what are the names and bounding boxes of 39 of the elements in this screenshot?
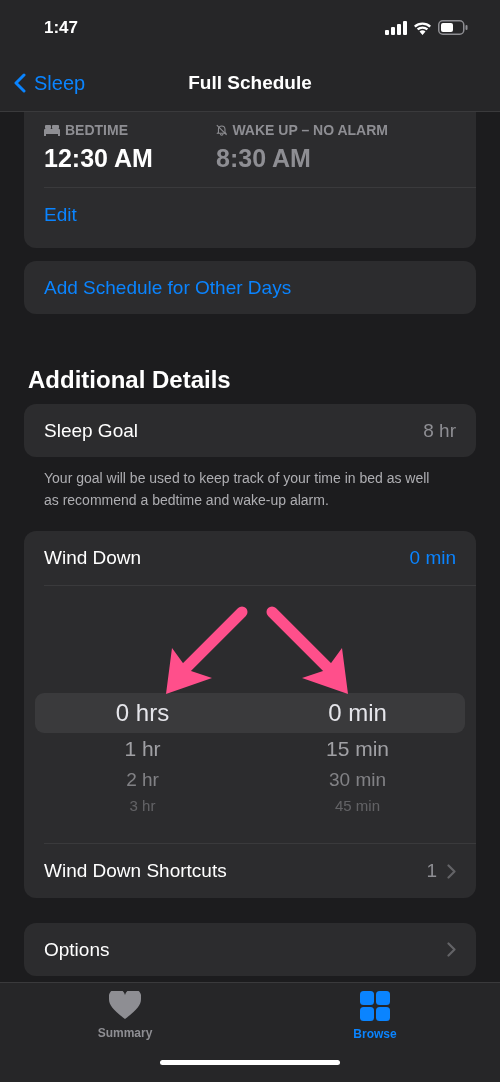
add-schedule-button[interactable]: Add Schedule for Other Days [24, 261, 476, 314]
wake-value: 8:30 AM [216, 144, 312, 173]
signal-icon [385, 20, 407, 35]
shortcuts-count: 1 [426, 860, 437, 882]
wifi-icon [413, 20, 432, 35]
picker-option[interactable]: 0 min [328, 693, 387, 733]
wind-down-value: 0 min [409, 547, 456, 569]
back-chevron-icon [14, 73, 26, 93]
bedtime-value: 12:30 AM [44, 144, 154, 173]
bedtime-label: BEDTIME [65, 122, 128, 138]
shortcuts-label: Wind Down Shortcuts [44, 860, 228, 882]
heart-icon [109, 991, 141, 1020]
picker-option[interactable]: 0 hrs [115, 693, 170, 733]
status-time: 1:47 [44, 17, 79, 38]
picker-option[interactable]: 1 hr [124, 733, 161, 765]
picker-option[interactable]: 15 min [326, 733, 389, 765]
tab[interactable]: Summary [0, 983, 250, 1042]
chevron-icon [447, 863, 456, 879]
bed-icon [44, 124, 60, 136]
edit-link[interactable]: Edit [44, 204, 77, 226]
back-button[interactable]: Sleep [0, 71, 86, 95]
wake-label: WAKE UP – NO ALARM [232, 122, 388, 138]
shortcuts-row[interactable]: Wind Down Shortcuts 1 [24, 844, 476, 898]
options-label: Options [44, 938, 111, 961]
picker-option[interactable]: 2 hr [126, 765, 159, 795]
picker-option[interactable]: 30 min [329, 765, 386, 795]
tab[interactable]: Browse [250, 983, 500, 1042]
sleep-goal-row[interactable]: Sleep Goal 8 hr [24, 404, 476, 457]
wind-down-label: Wind Down [44, 547, 143, 569]
section-heading: Additional Details [28, 366, 232, 394]
sleep-goal-value: 8 hr [423, 419, 456, 442]
chevron-icon [447, 942, 456, 957]
battery-icon [438, 20, 468, 35]
options-row[interactable]: Options [24, 923, 476, 976]
screen-title: Full Schedule [188, 72, 312, 94]
footnote: Your goal will be used to keep track of your time in bed as well as recommend a bedtime and wake-up alarm. [44, 469, 431, 510]
sleep-goal-label: Sleep Goal [44, 419, 139, 442]
muted-bell-icon [216, 123, 228, 137]
grid-icon [360, 991, 390, 1021]
